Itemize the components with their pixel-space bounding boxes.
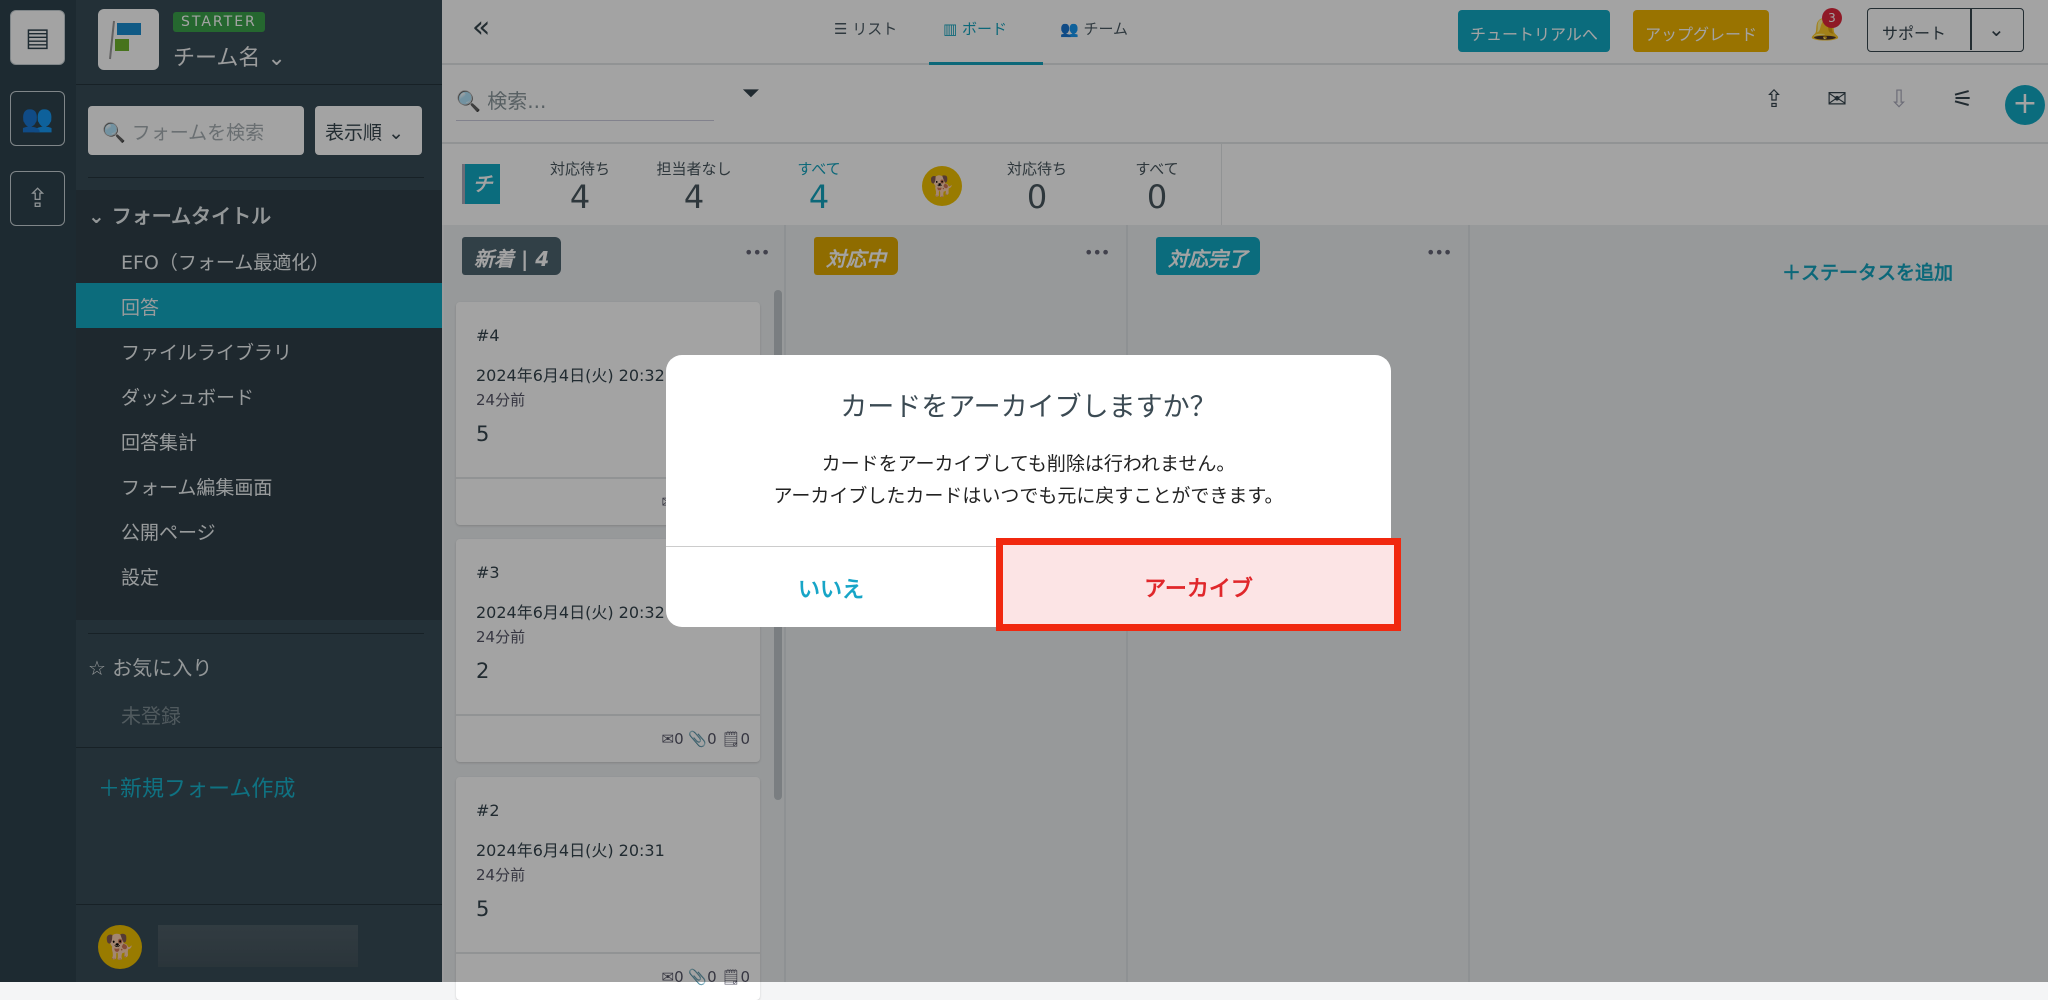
dialog-message: カードをアーカイブしても削除は行われません。アーカイブしたカードはいつでも元に戻… bbox=[666, 448, 1391, 512]
cancel-button[interactable]: いいえ bbox=[666, 547, 996, 627]
message-line: アーカイブしたカードはいつでも元に戻すことができます。 bbox=[773, 485, 1284, 507]
message-line: カードをアーカイブしても削除は行われません。 bbox=[821, 453, 1236, 475]
dialog-title: カードをアーカイブしますか？ bbox=[840, 392, 1217, 423]
archive-confirm-button[interactable]: アーカイブ bbox=[996, 538, 1401, 631]
